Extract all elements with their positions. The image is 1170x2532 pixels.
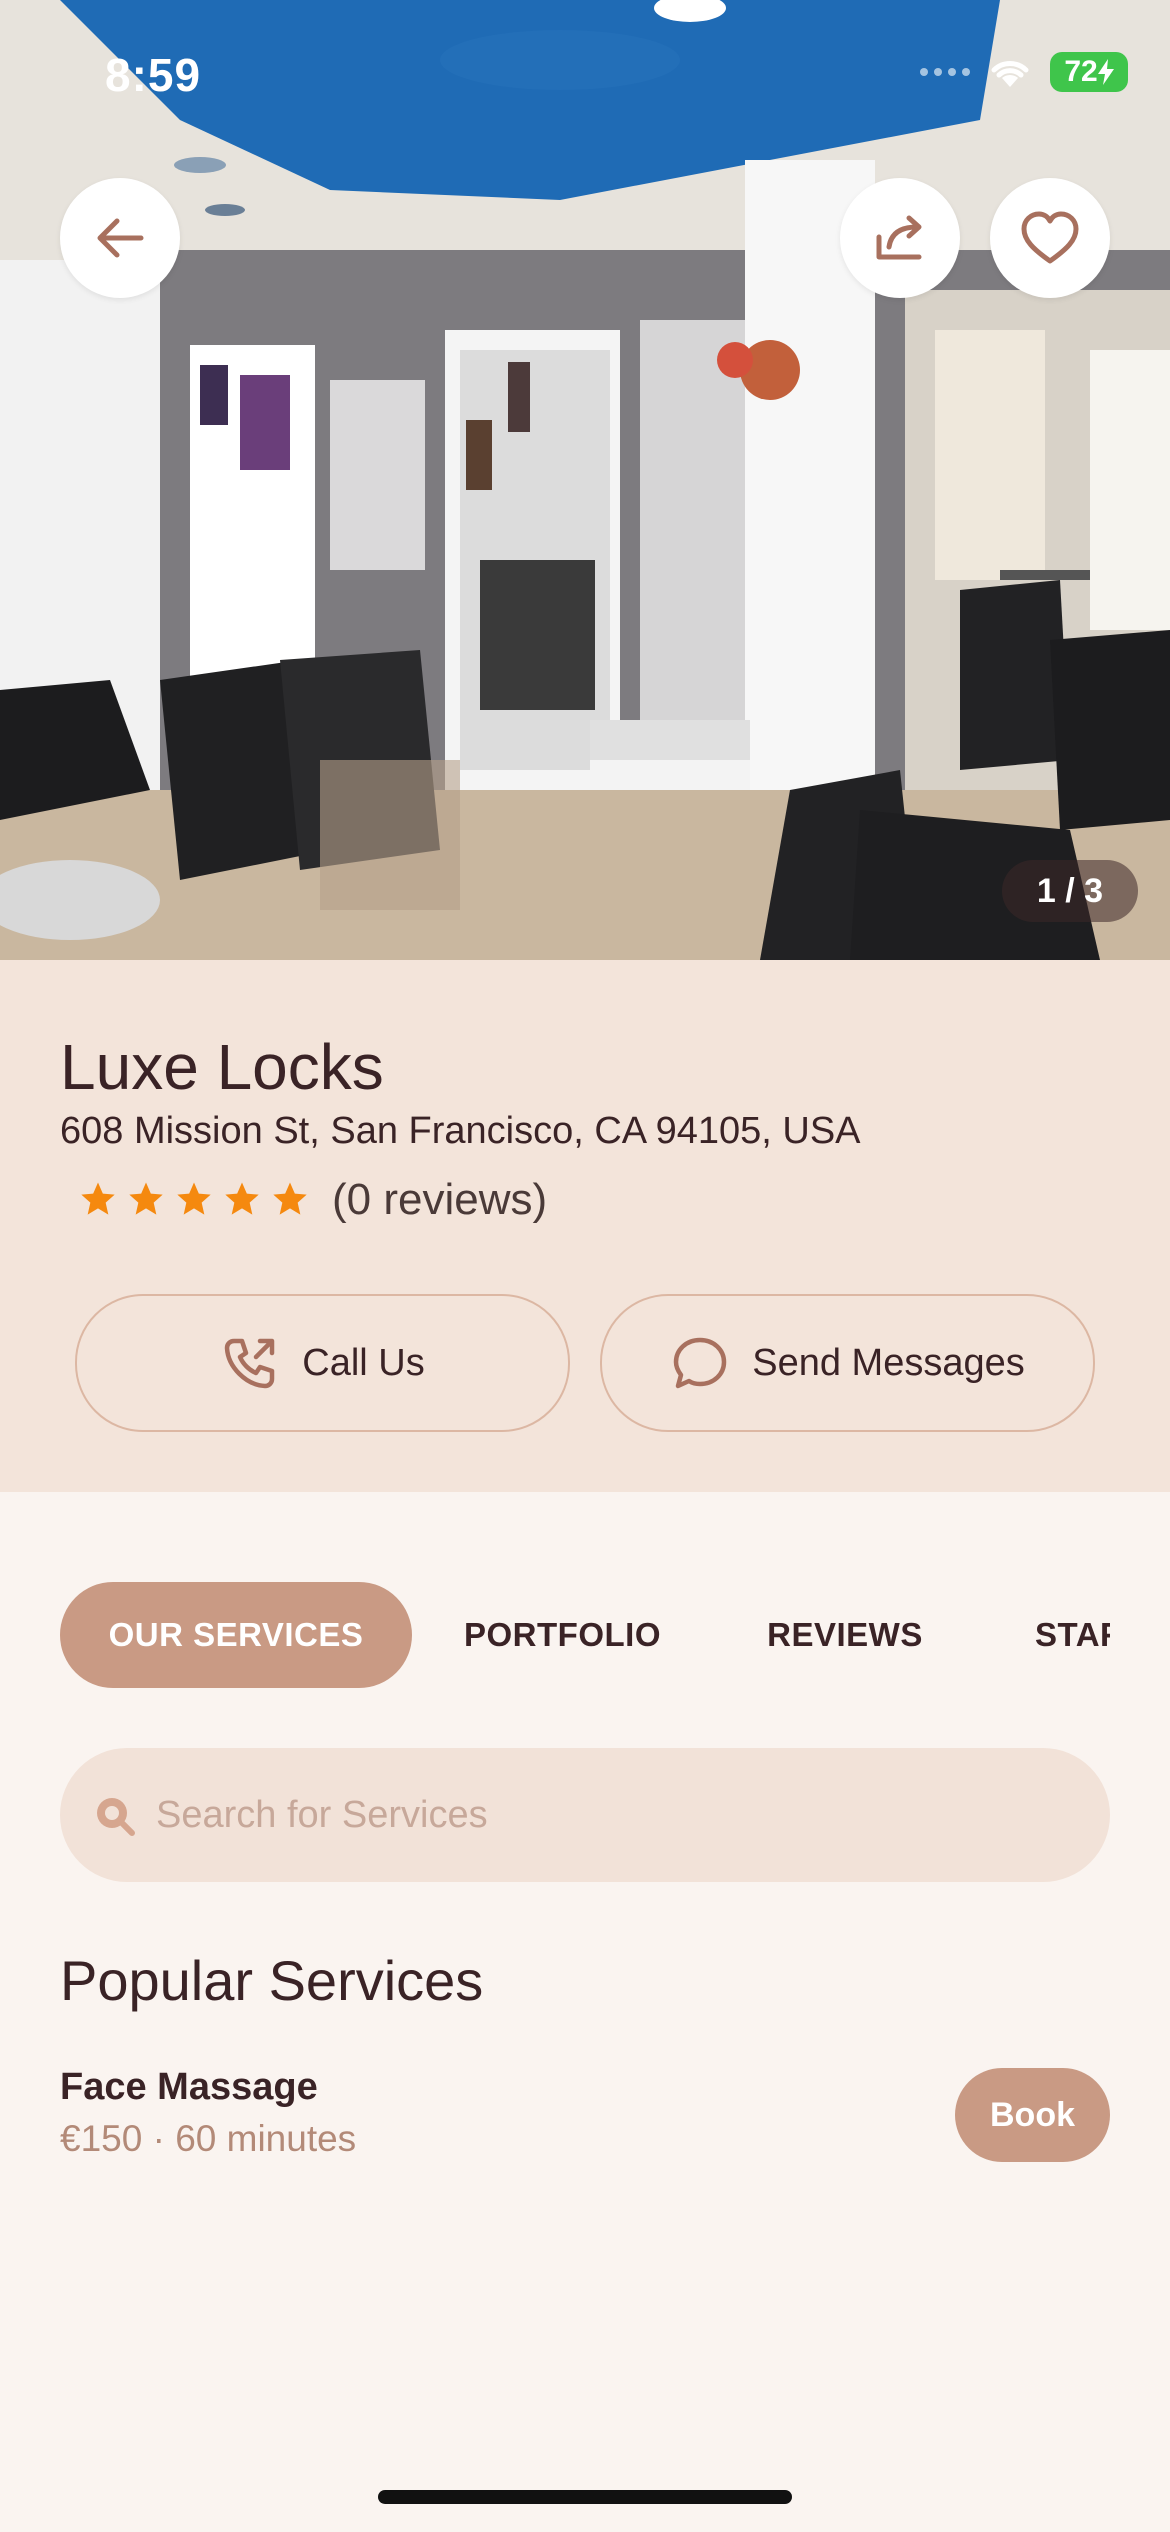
photo-pager-indicator: 1 / 3 [1002, 860, 1138, 922]
battery-indicator: 72 [1050, 52, 1128, 92]
review-count[interactable]: (0 reviews) [332, 1175, 547, 1225]
popular-services-title: Popular Services [60, 1949, 484, 2012]
salon-photo-carousel[interactable]: 8:59 72 1 / 3 [0, 0, 1170, 960]
salon-address: 608 Mission St, San Francisco, CA 94105,… [60, 1110, 861, 1152]
salon-info-panel: Luxe Locks 608 Mission St, San Francisco… [0, 960, 1170, 1492]
tab-reviews[interactable]: REVIEWS [725, 1582, 965, 1688]
phone-outgoing-icon [225, 1338, 275, 1389]
search-input[interactable] [154, 1792, 1038, 1838]
tab-our-services[interactable]: OUR SERVICES [60, 1582, 412, 1688]
star-icon [225, 1182, 259, 1215]
call-us-label: Call Us [302, 1341, 425, 1384]
status-indicators: 72 [920, 52, 1128, 92]
star-icon [177, 1182, 211, 1215]
arrow-left-icon [97, 218, 144, 258]
tab-portfolio[interactable]: PORTFOLIO [440, 1582, 685, 1688]
send-messages-button[interactable]: Send Messages [600, 1294, 1095, 1432]
wifi-icon [991, 61, 1029, 87]
service-search-bar[interactable] [60, 1748, 1110, 1882]
home-indicator[interactable] [378, 2490, 792, 2504]
service-name: Face Massage [60, 2066, 318, 2108]
status-time: 8:59 [105, 49, 202, 101]
battery-level: 72 [1064, 55, 1098, 88]
heart-icon [1021, 211, 1079, 264]
star-rating [78, 1180, 310, 1220]
section-tabs: OUR SERVICES PORTFOLIO REVIEWS STAFF [0, 1582, 1110, 1688]
chat-bubble-icon [674, 1337, 727, 1389]
service-price-duration: €150 · 60 minutes [60, 2118, 357, 2159]
favorite-button[interactable] [990, 178, 1110, 298]
cellular-signal-icon [920, 68, 970, 76]
share-button[interactable] [840, 178, 960, 298]
back-button[interactable] [60, 178, 180, 298]
salon-interior-photo [0, 0, 1170, 960]
charging-bolt-icon [1097, 59, 1114, 85]
salon-name: Luxe Locks [60, 1031, 384, 1103]
tab-staff[interactable]: STAFF [1000, 1582, 1110, 1688]
call-us-button[interactable]: Call Us [75, 1294, 570, 1432]
rating-row: (0 reviews) [78, 1175, 547, 1225]
star-icon [81, 1182, 115, 1215]
search-icon [97, 1798, 135, 1836]
book-button[interactable]: Book [955, 2068, 1110, 2162]
star-icon [273, 1182, 307, 1215]
share-icon [876, 215, 922, 260]
send-messages-label: Send Messages [752, 1341, 1025, 1384]
star-icon [129, 1182, 163, 1215]
